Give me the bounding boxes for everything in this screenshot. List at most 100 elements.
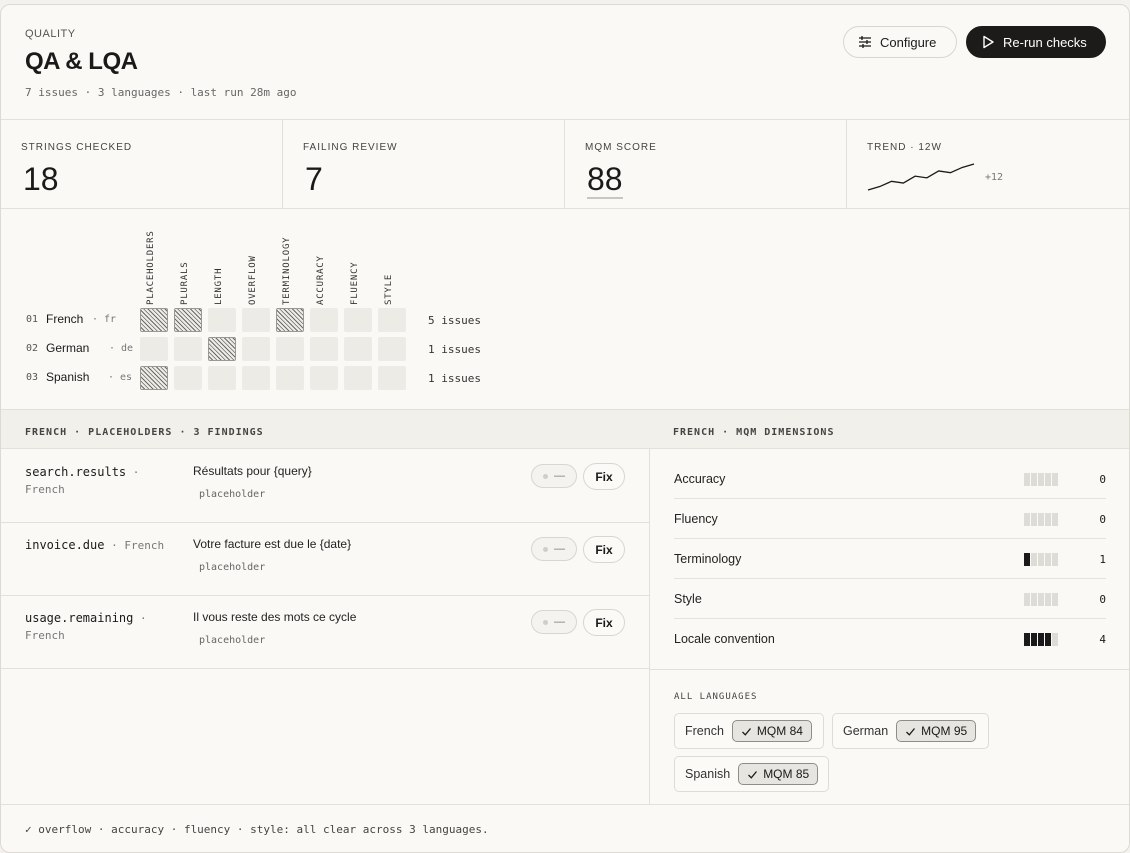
issue-count: 1 issues (428, 372, 481, 385)
accept-toggle[interactable]: — (531, 464, 577, 488)
matrix-cell-clear[interactable] (174, 366, 202, 390)
matrix-cell-clear[interactable] (242, 337, 270, 361)
dimension-row: Style 0 (674, 579, 1106, 619)
issue-count: 1 issues (428, 343, 481, 356)
stat-mqm-score: MQM SCORE 88 (565, 120, 847, 208)
all-languages-title: ALL LANGUAGES (674, 692, 758, 702)
row-number: 01 (26, 314, 39, 325)
all-languages: ALL LANGUAGES French MQM 84 German MQM 95 Sp… (649, 669, 1129, 804)
matrix-column-header: ACCURACY (312, 227, 336, 305)
severity-bar (1024, 473, 1058, 486)
accept-toggle[interactable]: — (531, 537, 577, 561)
toggle-label: — (554, 616, 565, 628)
string-key: invoice.due (25, 538, 105, 552)
severity-segment (1052, 513, 1058, 526)
stat-value: 7 (305, 161, 323, 197)
matrix-row[interactable]: 02 German · de 1 issues (1, 337, 561, 361)
matrix-cell-clear[interactable] (242, 308, 270, 332)
severity-segment (1038, 513, 1044, 526)
matrix-cell-clear[interactable] (344, 366, 372, 390)
dimension-name: Fluency (674, 512, 718, 526)
stat-failing-review: FAILING REVIEW 7 (283, 120, 565, 208)
matrix-row[interactable]: 03 Spanish · es 1 issues (1, 366, 561, 390)
severity-bar (1024, 633, 1058, 646)
dimension-count: 0 (1099, 473, 1106, 486)
dimension-row: Fluency 0 (674, 499, 1106, 539)
column-label: OVERFLOW (248, 255, 258, 305)
matrix-cell-issue[interactable] (140, 366, 168, 390)
issue-tag: placeholder (199, 635, 266, 646)
matrix-cell-clear[interactable] (208, 308, 236, 332)
stat-value: 18 (23, 161, 59, 197)
matrix-row[interactable]: 01 French · fr 5 issues (1, 308, 561, 332)
findings-title: FRENCH · PLACEHOLDERS · 3 FINDINGS (25, 427, 264, 438)
string-language: French (25, 483, 65, 496)
severity-segment (1045, 513, 1051, 526)
accept-toggle[interactable]: — (531, 610, 577, 634)
severity-segment (1045, 633, 1051, 646)
matrix-cell-clear[interactable] (242, 366, 270, 390)
fix-button[interactable]: Fix (583, 463, 625, 490)
matrix-cell-clear[interactable] (140, 337, 168, 361)
matrix-cell-clear[interactable] (276, 366, 304, 390)
language-chip[interactable]: French MQM 84 (674, 713, 824, 749)
finding-row[interactable]: invoice.due · French Votre facture est du… (1, 523, 649, 596)
matrix-cell-issue[interactable] (208, 337, 236, 361)
matrix-cell-clear[interactable] (344, 337, 372, 361)
matrix-cell-issue[interactable] (174, 308, 202, 332)
matrix-cell-clear[interactable] (310, 308, 338, 332)
chip-language: Spanish (685, 767, 731, 781)
trend-delta: +12 (985, 172, 1004, 183)
language-chip[interactable]: Spanish MQM 85 (674, 756, 829, 792)
section-eyebrow: QUALITY (25, 28, 76, 40)
severity-segment (1031, 593, 1037, 606)
run-meta: 7 issues · 3 languages · last run 28m ag… (25, 86, 297, 99)
severity-segment (1052, 593, 1058, 606)
severity-segment (1031, 473, 1037, 486)
check-icon (906, 727, 916, 736)
language-code: · es (108, 372, 133, 383)
translation-text: Résultats pour {query} (193, 464, 312, 478)
matrix-cell-clear[interactable] (174, 337, 202, 361)
stat-trend: TREND · 12W +12 (847, 120, 1129, 208)
dimension-name: Accuracy (674, 472, 726, 486)
matrix-cell-clear[interactable] (344, 308, 372, 332)
matrix-cell-clear[interactable] (276, 337, 304, 361)
configure-label: Configure (880, 34, 937, 50)
issue-count: 5 issues (428, 314, 481, 327)
check-icon (748, 770, 758, 779)
matrix-cell-clear[interactable] (378, 308, 406, 332)
dimensions-title: FRENCH · MQM DIMENSIONS (673, 427, 835, 438)
matrix-cell-clear[interactable] (208, 366, 236, 390)
severity-segment (1038, 553, 1044, 566)
matrix-cell-clear[interactable] (310, 366, 338, 390)
check-icon (741, 727, 751, 736)
dimension-row: Locale convention 4 (674, 619, 1106, 659)
stat-value: 88 (587, 161, 623, 199)
stat-label: FAILING REVIEW (303, 142, 398, 153)
severity-segment (1031, 553, 1037, 566)
fix-button[interactable]: Fix (583, 536, 625, 563)
rerun-checks-button[interactable]: Re-run checks (966, 26, 1106, 58)
matrix-cell-issue[interactable] (140, 308, 168, 332)
matrix-cell-clear[interactable] (310, 337, 338, 361)
matrix-cell-issue[interactable] (276, 308, 304, 332)
finding-row[interactable]: search.results · French Résultats pour {qu… (1, 450, 649, 523)
trend-line (867, 163, 975, 191)
language-chip[interactable]: German MQM 95 (832, 713, 989, 749)
severity-bar (1024, 513, 1058, 526)
column-label: TERMINOLOGY (282, 236, 292, 305)
finding-row[interactable]: usage.remaining · French Il vous reste des… (1, 596, 649, 669)
fix-button[interactable]: Fix (583, 609, 625, 636)
dimension-row: Accuracy 0 (674, 459, 1106, 499)
string-key-cell: search.results · French (25, 465, 140, 496)
severity-segment (1045, 553, 1051, 566)
matrix-cell-clear[interactable] (378, 366, 406, 390)
configure-button[interactable]: Configure (843, 26, 957, 58)
severity-segment (1024, 553, 1030, 566)
stat-label: TREND · 12W (867, 142, 942, 153)
matrix-cell-clear[interactable] (378, 337, 406, 361)
string-key-cell: usage.remaining · French (25, 611, 147, 642)
footer-status: ✓ overflow · accuracy · fluency · style:… (25, 823, 489, 836)
mqm-badge-label: MQM 84 (756, 724, 803, 738)
